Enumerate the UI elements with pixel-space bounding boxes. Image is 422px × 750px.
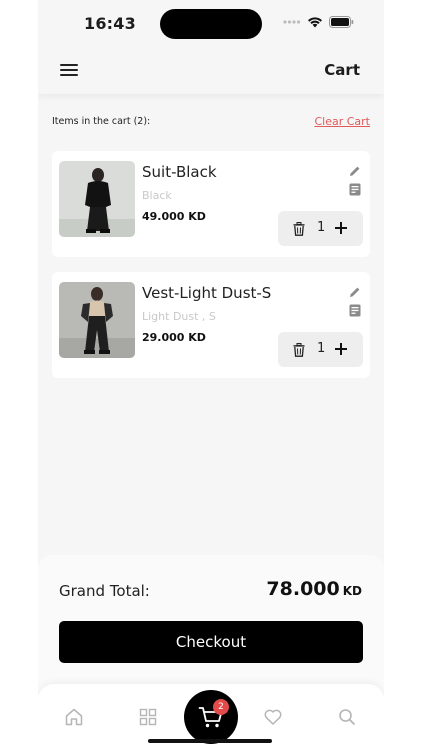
quantity-stepper: 1 [278,211,363,246]
home-icon[interactable] [64,707,84,731]
cart-item: Suit-Black Black 49.000 KD 1 [52,151,370,257]
order-summary: Grand Total: 78.000 KD Checkout [38,555,384,705]
items-count-label: Items in the cart (2): [52,116,151,127]
categories-icon[interactable] [138,707,158,731]
product-variant: Light Dust , S [142,310,216,323]
product-name[interactable]: Suit-Black [142,163,217,181]
clear-cart-link[interactable]: Clear Cart [314,115,370,128]
wifi-icon [307,16,323,28]
cellular-signal-icon [283,19,301,25]
quantity-value: 1 [317,341,326,356]
page-title: Cart [324,61,360,79]
product-image[interactable] [59,161,135,237]
grand-total-label: Grand Total: [59,582,150,600]
status-time: 16:43 [84,14,136,33]
status-bar: 16:43 [38,0,384,48]
app-header: Cart [38,48,384,94]
product-variant: Black [142,189,172,202]
edit-pencil-icon[interactable] [349,162,361,181]
home-indicator [148,739,272,743]
trash-icon[interactable] [293,342,305,361]
edit-pencil-icon[interactable] [349,283,361,302]
note-icon[interactable] [349,181,361,200]
cart-count-badge: 2 [213,699,229,715]
quantity-stepper: 1 [278,332,363,367]
trash-icon[interactable] [293,221,305,240]
checkout-button[interactable]: Checkout [59,621,363,663]
product-price: 29.000 KD [142,331,206,344]
battery-icon [329,16,354,28]
wishlist-icon[interactable] [263,707,283,731]
quantity-value: 1 [317,220,326,235]
plus-icon[interactable] [334,220,348,239]
grand-total-value: 78.000 KD [266,578,362,600]
product-name[interactable]: Vest-Light Dust-S [142,284,271,302]
hamburger-menu-icon[interactable] [59,61,81,81]
plus-icon[interactable] [334,341,348,360]
cart-screen: 16:43 Cart Items in the cart (2): Clear … [38,0,384,750]
cart-item: Vest-Light Dust-S Light Dust , S 29.000 … [52,272,370,378]
status-icons [283,16,354,28]
dynamic-island [160,9,262,39]
note-icon[interactable] [349,302,361,321]
search-icon[interactable] [337,707,357,731]
product-price: 49.000 KD [142,210,206,223]
grand-total-amount: 78.000 [266,578,340,600]
cart-tab-button[interactable]: 2 [184,690,238,744]
product-image[interactable] [59,282,135,358]
grand-total-currency: KD [342,584,362,598]
